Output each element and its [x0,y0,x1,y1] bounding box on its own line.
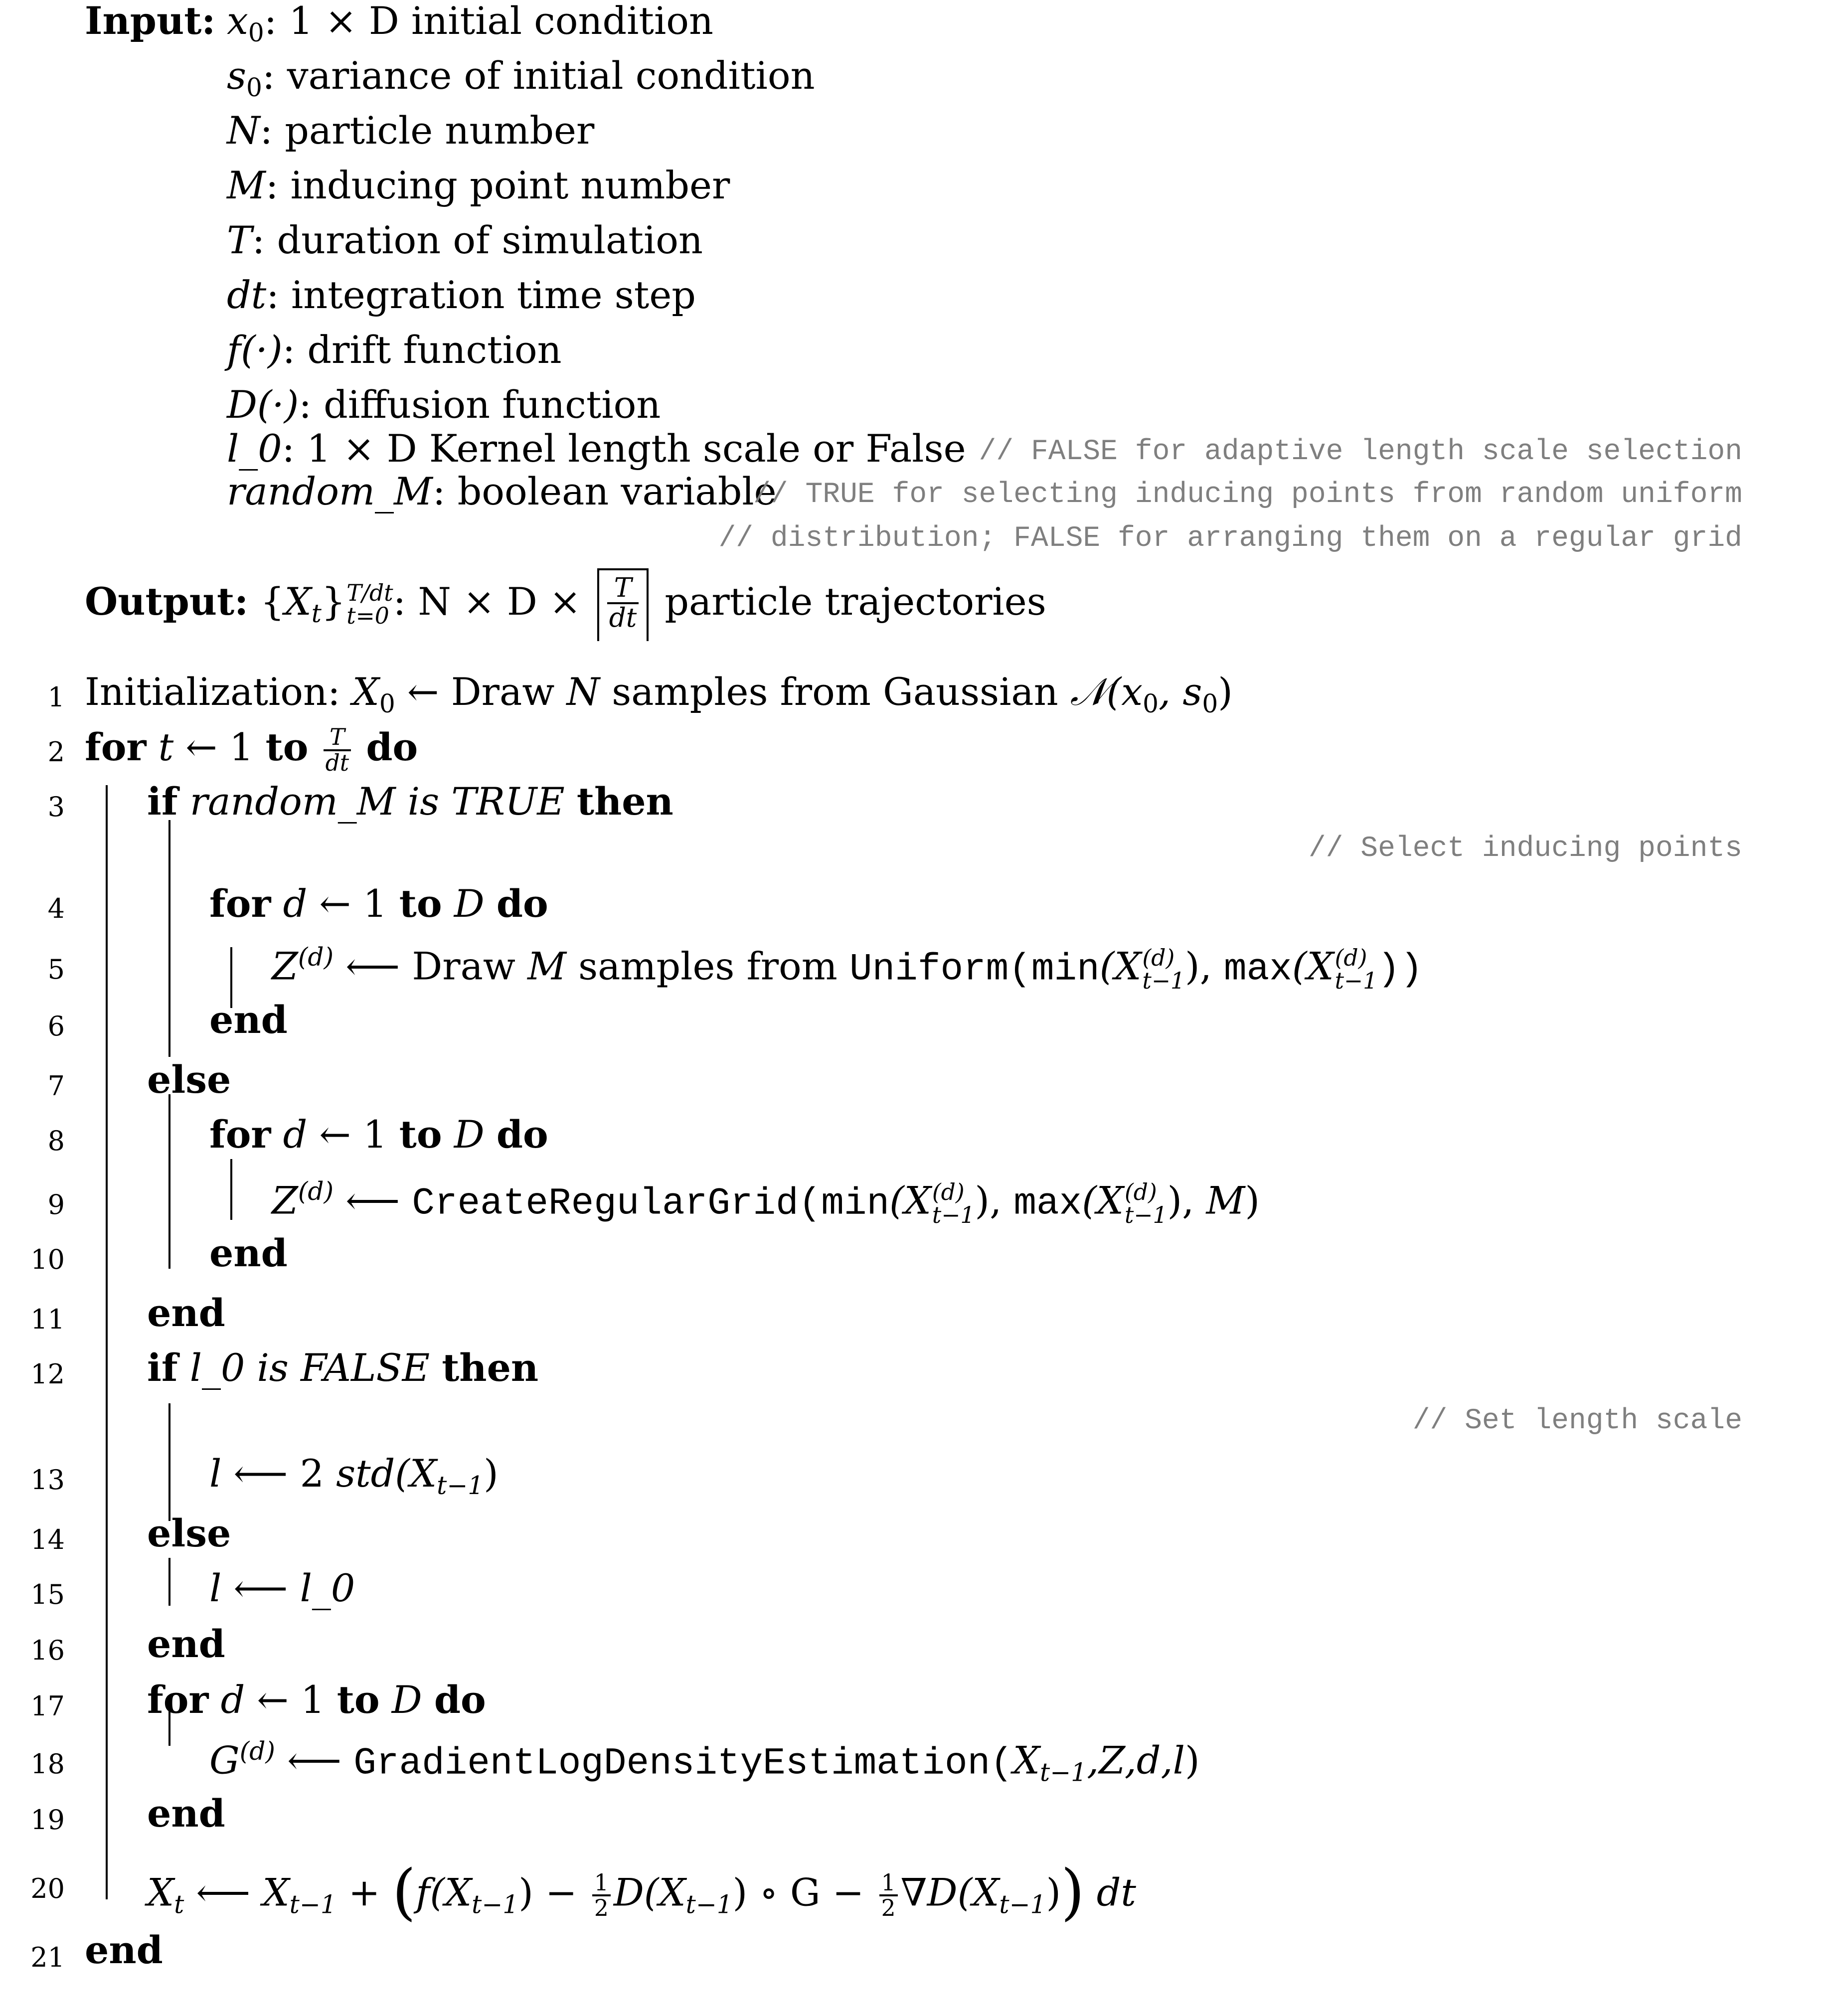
line-number: 4 [47,893,65,924]
block-bar-else-randomM [168,1094,170,1269]
output-row: Output: {Xt} T/dt t=0: N × D × Tdt particl… [85,568,1046,641]
line-number: 21 [30,1942,65,1973]
input-item-T: T: duration of simulation [227,218,703,262]
line-number: 11 [30,1304,65,1335]
block-bar-if-l0 [168,1403,170,1521]
function-uniform: Uniform [849,948,1009,991]
function-gradient-log-density-estimation: GradientLogDensityEstimation [353,1742,991,1785]
comment-randomM-1: // TRUE for selecting inducing points fr… [753,479,1742,511]
line-number: 2 [47,736,65,768]
line-1-initialization: Initialization: X0 ← Draw N samples from… [85,670,1233,719]
input-item-M: M: inducing point number [227,163,730,207]
line-number: 12 [30,1358,65,1390]
line-number: 9 [47,1189,65,1220]
line-number: 20 [30,1873,65,1904]
line-12-if-l0: if l_0 is FALSE then [147,1345,539,1390]
line-19-end: end [147,1791,225,1836]
line-number: 1 [47,681,65,713]
line-number: 16 [30,1635,65,1666]
ceil-fraction: Tdt [597,568,649,641]
line-13-length-scale-std: l ⟵ 2 std(Xt−1) [209,1451,499,1501]
block-bar-else-l0 [168,1558,170,1606]
line-5-uniform-draw: Z(d) ⟵ Draw M samples from Uniform(min(X… [272,942,1423,994]
line-number: 8 [47,1125,65,1157]
line-17-for-d: for d ← 1 to D do [147,1678,486,1722]
line-3-if-randomM: if random_M is TRUE then [147,779,673,824]
line-4-for-d: for d ← 1 to D do [209,881,548,926]
line-18-gradient-estimation: G(d) ⟵ GradientLogDensityEstimation(Xt−1… [209,1736,1200,1787]
comment-l0: // FALSE for adaptive length scale selec… [979,436,1742,468]
line-number: 6 [47,1010,65,1042]
output-label: Output: [85,579,249,624]
line-number: 19 [30,1804,65,1836]
function-create-regular-grid: CreateRegularGrid [412,1182,799,1225]
line-number: 10 [30,1244,65,1275]
input-item-randomM: random_M: boolean variable [227,469,777,513]
input-item-N: N: particle number [227,108,595,153]
line-20-update-equation: Xt ⟵ Xt−1 + (f(Xt−1) − 1 2 D(Xt−1) ∘ G − 1… [147,1856,1136,1927]
line-2-for-t: for t ← 1 to Tdt do [85,724,418,776]
block-bar-if-randomM [168,820,170,1057]
input-item-f: f(·): drift function [227,328,562,372]
line-7-else: else [147,1057,231,1102]
input-label: Input: [85,0,216,43]
line-11-end: end [147,1291,225,1335]
line-6-end: end [209,998,288,1042]
input-item-x0: x0: 1 × D initial condition [227,0,713,48]
comment-randomM-2: // distribution; FALSE for arranging the… [718,522,1742,555]
line-number: 13 [30,1464,65,1496]
input-item-l0: l_0: 1 × D Kernel length scale or False [227,426,966,471]
block-bar-for-t [106,785,108,1899]
line-number: 17 [30,1690,65,1722]
line-number: 15 [30,1579,65,1610]
line-10-end: end [209,1231,288,1275]
line-number: 7 [47,1070,65,1102]
input-item-D: D(·): diffusion function [227,382,661,427]
comment-set-length-scale: // Set length scale [1412,1405,1742,1437]
input-item-s0: s0: variance of initial condition [227,53,815,103]
line-number: 14 [30,1524,65,1555]
line-14-else: else [147,1511,231,1555]
comment-select-inducing-points: // Select inducing points [1308,833,1742,865]
line-9-regular-grid: Z(d) ⟵ CreateRegularGrid(min(X (d) t−1), m… [272,1176,1260,1228]
line-21-end: end [85,1928,163,1972]
line-16-end: end [147,1622,225,1666]
line-number: 18 [30,1748,65,1780]
block-bar-for-d-2 [230,1159,232,1220]
line-8-for-d: for d ← 1 to D do [209,1112,548,1157]
line-number: 5 [47,954,65,985]
line-15-length-scale-l0: l ⟵ l_0 [209,1566,355,1610]
line-number: 3 [47,791,65,823]
input-item-dt: dt: integration time step [227,273,696,317]
